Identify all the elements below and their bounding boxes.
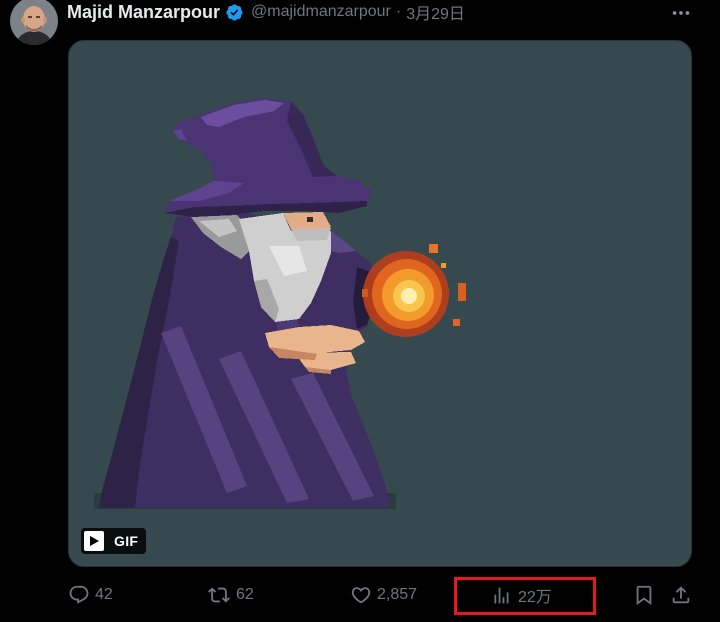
gif-badge[interactable]: GIF [81,528,147,554]
retweet-count: 62 [236,586,254,603]
like-count: 2,857 [377,586,418,603]
like-button[interactable]: 2,857 [350,582,417,608]
tweet-date[interactable]: 3月29日 [406,0,465,24]
author-handle[interactable]: @majidmanzarpour [251,3,391,21]
play-icon[interactable] [84,531,104,551]
retweet-button[interactable]: 62 [208,582,254,608]
wizard-pixel-art [69,41,691,566]
views-chart-icon [494,587,509,603]
author-name[interactable]: Majid Manzarpour [67,2,220,23]
bookmark-icon [636,585,652,606]
tweet-media-gif[interactable]: GIF [68,40,692,567]
gif-label: GIF [114,533,139,549]
more-dots [672,11,690,15]
retweet-icon [208,587,230,603]
verified-badge-svg [226,3,243,21]
reply-count: 42 [95,586,113,603]
author-avatar[interactable] [10,0,58,45]
heart-icon [351,587,371,604]
view-count: 22万 [518,589,552,606]
share-icon [672,586,690,604]
reply-button[interactable]: 42 [68,582,113,608]
more-icon[interactable] [670,2,692,24]
share-button[interactable] [670,582,692,608]
tweet-header: Majid Manzarpour @majidmanzarpour · 3月29… [67,0,465,24]
play-triangle [90,536,99,546]
reply-icon [69,585,89,604]
avatar-photo [10,0,58,45]
verified-badge-icon [225,3,244,22]
meta-separator: · [395,3,402,20]
bookmark-button[interactable] [633,582,655,608]
views-button[interactable]: 22万 [491,582,552,608]
